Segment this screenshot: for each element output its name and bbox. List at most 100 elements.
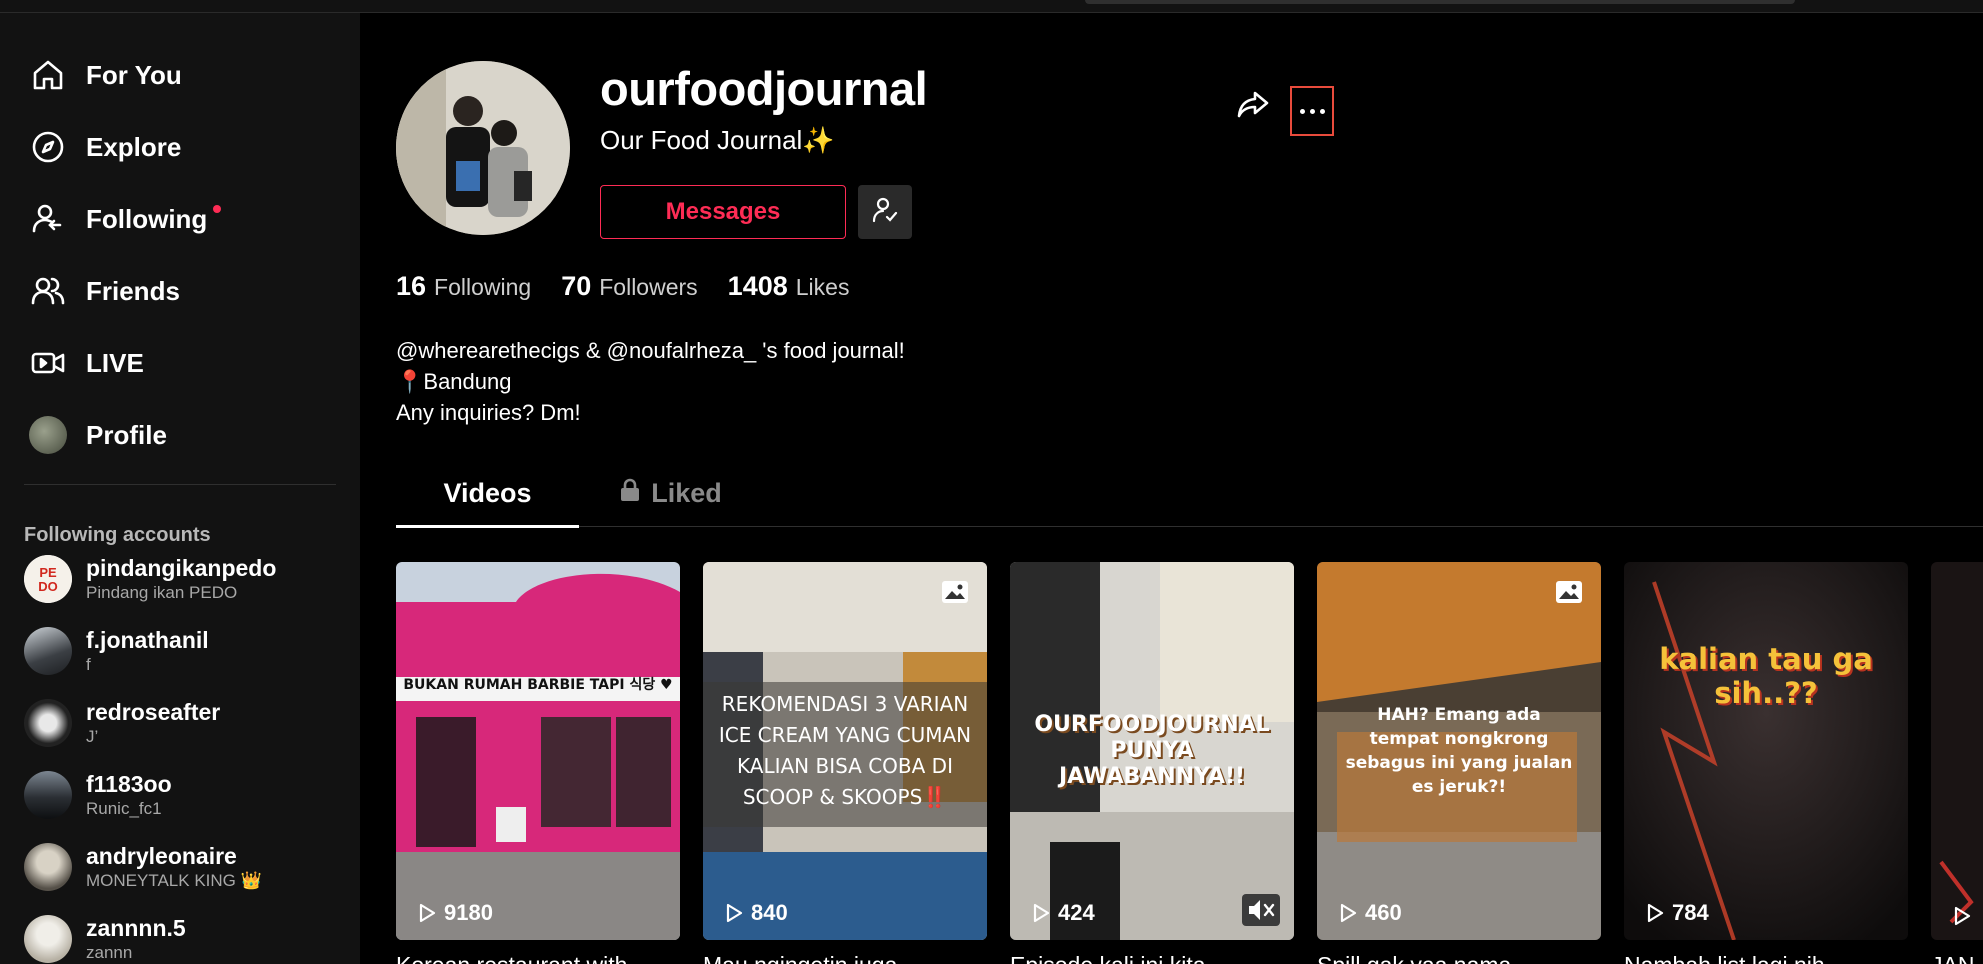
stat-value: 16 <box>396 271 427 301</box>
thumbnail-overlay: OURFOODJOURNAL PUNYA JAWABANNYA!! <box>1010 562 1294 940</box>
tab-liked[interactable]: Liked <box>579 459 762 527</box>
account-item[interactable]: andryleonaire MONEYTALK KING 👑 <box>24 837 344 897</box>
account-item[interactable]: PE DO pindangikanpedo Pindang ikan PEDO <box>24 549 344 609</box>
thumbnail-overlay: REKOMENDASI 3 VARIAN ICE CREAM YANG CUMA… <box>703 562 987 940</box>
video-thumbnail[interactable] <box>1931 562 1983 940</box>
overlay-text: OURFOODJOURNAL PUNYA JAWABANNYA!! <box>1034 712 1270 789</box>
profile-icon-wrap <box>28 415 68 455</box>
video-caption[interactable]: Mau ngingetin juga, <box>703 952 987 964</box>
bio-line: Any inquiries? Dm! <box>396 400 581 425</box>
video-card[interactable]: REKOMENDASI 3 VARIAN ICE CREAM YANG CUMA… <box>703 562 987 964</box>
video-thumbnail[interactable]: HAH? Emang ada tempat nongkrong sebagus … <box>1317 562 1601 940</box>
overlay-text: REKOMENDASI 3 VARIAN ICE CREAM YANG CUMA… <box>718 692 972 809</box>
play-icon <box>1954 906 1971 926</box>
avatar <box>24 843 72 891</box>
nav-explore[interactable]: Explore <box>28 123 338 171</box>
nav-label: For You <box>86 59 182 90</box>
account-item[interactable]: f.jonathanil f <box>24 621 344 681</box>
view-count-value: 424 <box>1058 900 1095 925</box>
sidebar-divider <box>24 484 336 485</box>
video-card[interactable]: JAN <box>1931 562 1983 964</box>
stat-value: 1408 <box>727 271 788 301</box>
view-count-value: 460 <box>1365 900 1402 925</box>
video-caption[interactable]: Nambah list lagi nih <box>1624 952 1908 964</box>
nav-friends[interactable]: Friends <box>28 267 338 315</box>
following-status-button[interactable] <box>858 185 912 239</box>
share-button[interactable] <box>1230 83 1276 129</box>
home-icon <box>28 55 68 95</box>
tab-videos[interactable]: Videos <box>396 459 579 528</box>
stat-label: Followers <box>599 274 698 300</box>
video-grid: BUKAN RUMAH BARBIE TAPI 식당 ♥ 9180 Korean… <box>396 562 1983 964</box>
stat-followers[interactable]: 70 Followers <box>561 271 697 302</box>
avatar <box>24 699 72 747</box>
account-item[interactable]: f1183oo Runic_fc1 <box>24 765 344 825</box>
view-count-value: 784 <box>1672 900 1709 925</box>
video-card[interactable]: HAH? Emang ada tempat nongkrong sebagus … <box>1317 562 1601 964</box>
live-icon <box>28 343 68 383</box>
overlay-text: BUKAN RUMAH BARBIE TAPI 식당 ♥ <box>403 677 673 693</box>
avatar: PE DO <box>24 555 72 603</box>
account-name: f.jonathanil <box>86 626 209 653</box>
video-caption[interactable]: Episode kali ini kita <box>1010 952 1294 964</box>
compass-icon <box>28 127 68 167</box>
video-thumbnail[interactable]: OURFOODJOURNAL PUNYA JAWABANNYA!! 424 <box>1010 562 1294 940</box>
overlay-text: kalian tau ga sih..?? <box>1659 642 1873 710</box>
messages-button[interactable]: Messages <box>600 185 846 239</box>
nav-label: Profile <box>86 419 167 450</box>
profile-avatar <box>396 61 570 235</box>
account-item[interactable]: zannnn.5 zannn <box>24 909 344 964</box>
view-count: 840 <box>725 900 788 926</box>
avatar <box>24 771 72 819</box>
video-thumbnail[interactable]: REKOMENDASI 3 VARIAN ICE CREAM YANG CUMA… <box>703 562 987 940</box>
overlay-text: HAH? Emang ada tempat nongkrong sebagus … <box>1345 705 1573 797</box>
view-count: 784 <box>1646 900 1709 926</box>
more-dot <box>1309 108 1315 114</box>
top-bar <box>0 0 1983 13</box>
account-nickname: f <box>86 654 91 674</box>
video-card[interactable]: OURFOODJOURNAL PUNYA JAWABANNYA!! 424 Ep… <box>1010 562 1294 964</box>
account-name: pindangikanpedo <box>86 554 277 581</box>
view-count-value: 840 <box>751 900 788 925</box>
video-caption[interactable]: Korean restaurant with <box>396 952 680 964</box>
nav-for-you[interactable]: For You <box>28 51 338 99</box>
profile-tabs: Videos Liked <box>396 459 1983 528</box>
video-thumbnail[interactable]: BUKAN RUMAH BARBIE TAPI 식당 ♥ 9180 <box>396 562 680 940</box>
nav-label: Explore <box>86 131 182 162</box>
account-nickname: zannn <box>86 942 133 962</box>
account-nickname: J’ <box>86 726 99 746</box>
photo-icon <box>1556 581 1582 603</box>
video-card[interactable]: BUKAN RUMAH BARBIE TAPI 식당 ♥ 9180 Korean… <box>396 562 680 964</box>
nav-following[interactable]: Following <box>28 195 338 243</box>
video-caption[interactable]: Spill gak yaa nama <box>1317 952 1601 964</box>
account-name: f1183oo <box>86 770 172 797</box>
stat-label: Following <box>434 274 532 300</box>
nav-label: Friends <box>86 275 180 306</box>
more-options-button[interactable] <box>1290 86 1334 136</box>
account-name: redroseafter <box>86 698 221 725</box>
video-thumbnail[interactable]: kalian tau ga sih..?? 784 <box>1624 562 1908 940</box>
video-card[interactable]: kalian tau ga sih..?? 784 Nambah list la… <box>1624 562 1908 964</box>
search-bar-edge[interactable] <box>1085 0 1795 4</box>
play-icon <box>1647 903 1664 923</box>
user-check-icon <box>871 196 899 229</box>
bio-line: @wherearethecigs & @noufalrheza_ 's food… <box>396 338 905 363</box>
account-item[interactable]: redroseafter J’ <box>24 693 344 753</box>
view-count: 424 <box>1032 900 1095 926</box>
profile-username: ourfoodjournal <box>600 62 928 115</box>
nav-label: Following <box>86 203 208 234</box>
stat-likes: 1408 Likes <box>728 271 850 302</box>
account-nickname: Pindang ikan PEDO <box>86 582 238 602</box>
profile-bio: @wherearethecigs & @noufalrheza_ 's food… <box>396 335 905 428</box>
nav-profile[interactable]: Profile <box>28 411 338 459</box>
stat-following[interactable]: 16 Following <box>396 271 531 302</box>
nav-label: LIVE <box>86 347 144 378</box>
account-name: andryleonaire <box>86 842 237 869</box>
avatar <box>24 627 72 675</box>
mute-icon[interactable] <box>1242 894 1280 926</box>
nav-live[interactable]: LIVE <box>28 339 338 387</box>
thumbnail-overlay: kalian tau ga sih..?? <box>1624 562 1908 940</box>
video-caption[interactable]: JAN <box>1931 952 1983 964</box>
profile-main: ourfoodjournal Our Food Journal✨ Message… <box>360 13 1983 964</box>
bio-line: 📍Bandung <box>396 369 512 394</box>
